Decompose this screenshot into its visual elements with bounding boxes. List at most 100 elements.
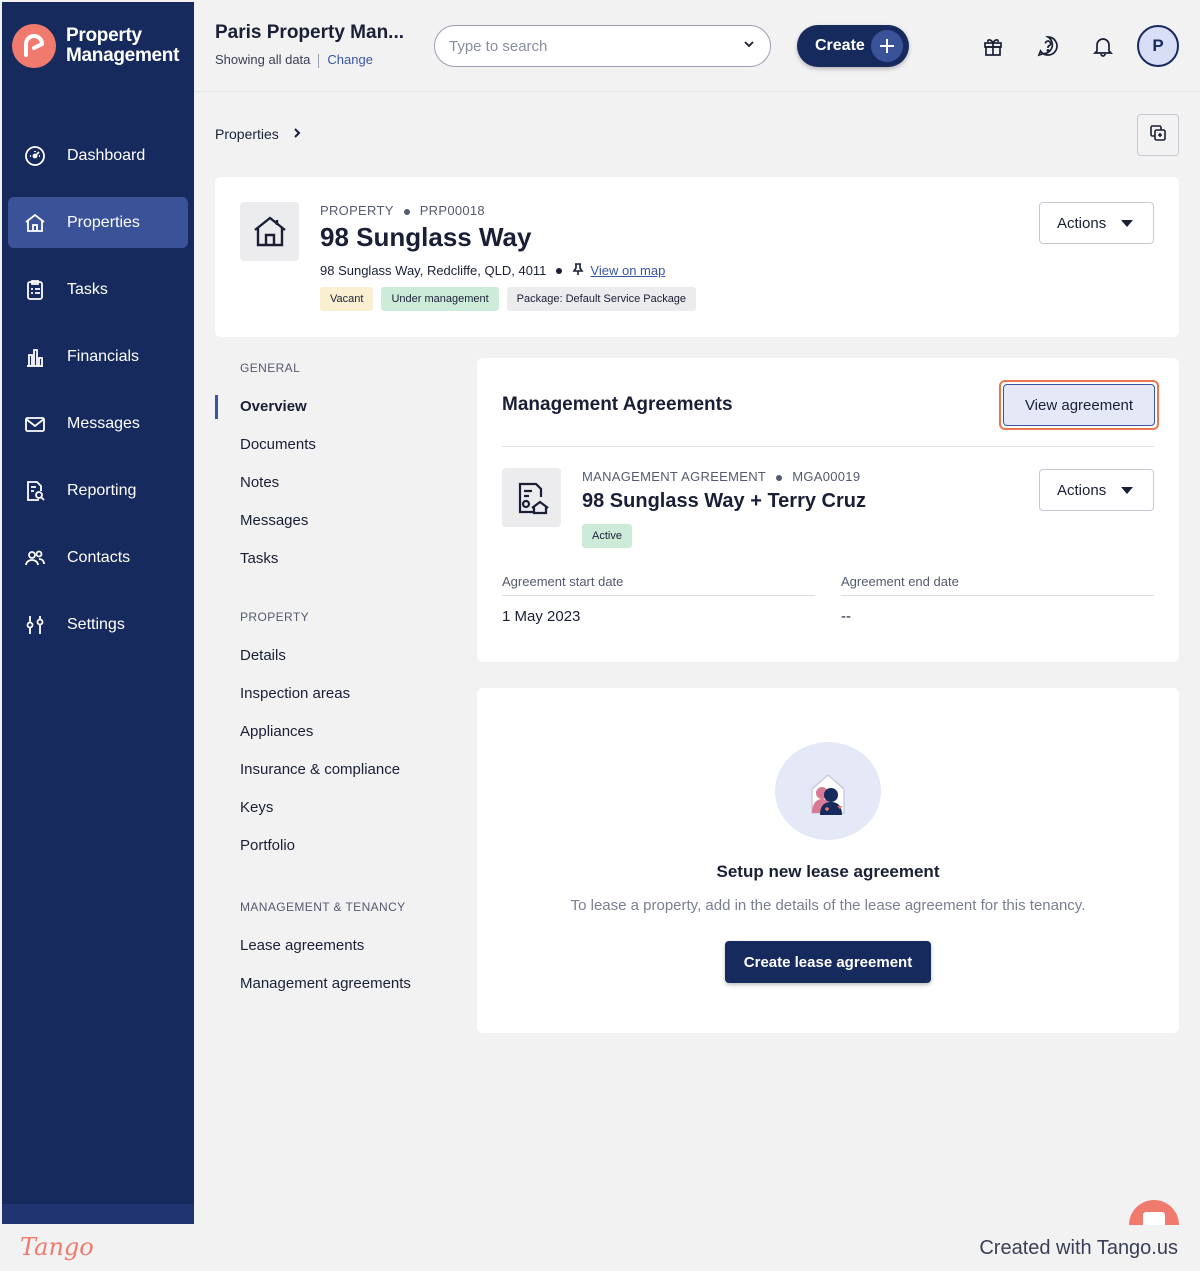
chevron-down-icon[interactable] [742,37,756,56]
section-title: Management Agreements [502,394,733,415]
settings-icon [22,612,48,638]
search-box[interactable] [434,25,771,67]
tenants-illustration [775,742,881,840]
sidebar-item-financials[interactable]: Financials [8,331,188,382]
subnav-item-details[interactable]: Details [215,637,455,675]
property-address-row: 98 Sunglass Way, Redcliffe, QLD, 4011 Vi… [320,262,665,279]
map-pin-icon [572,262,584,279]
tango-logo: Tango [20,1233,94,1261]
brand-logo-icon [12,24,56,68]
property-address: 98 Sunglass Way, Redcliffe, QLD, 4011 [320,263,547,278]
end-date-value: -- [841,608,851,625]
bell-icon[interactable] [1091,34,1115,58]
contacts-icon [22,545,48,571]
subnav-item-lease-agreements[interactable]: Lease agreements [215,927,455,965]
agreement-document-icon [502,468,561,527]
management-agreements-card: Management Agreements View agreement MAN… [477,358,1179,662]
help-icon[interactable] [1036,34,1060,58]
property-type-label: PROPERTY [320,203,394,218]
user-avatar[interactable]: P [1137,25,1179,67]
status-badge-under-management: Under management [381,287,499,311]
sidebar-nav: Dashboard Properties Tasks Financials Me… [8,130,188,666]
search-input[interactable] [449,37,742,55]
subnav-item-documents[interactable]: Documents [215,426,455,464]
sidebar: Property Management Dashboard Properties… [2,2,194,1224]
change-link[interactable]: Change [327,52,373,67]
divider [841,595,1154,596]
view-agreement-button[interactable]: View agreement [999,380,1159,430]
subnav-item-overview[interactable]: Overview [215,388,455,426]
agreement-actions-button[interactable]: Actions [1039,469,1154,511]
subnav-item-keys[interactable]: Keys [215,789,455,827]
property-house-icon [240,202,299,261]
subnav-heading-property: PROPERTY [240,610,309,624]
package-badge: Package: Default Service Package [506,287,697,311]
dashboard-icon [22,143,48,169]
agreement-type-label: MANAGEMENT AGREEMENT [582,469,767,484]
actions-label: Actions [1057,481,1107,499]
end-date-label: Agreement end date [841,574,959,589]
start-date-label: Agreement start date [502,574,624,589]
org-name[interactable]: Paris Property Man... [215,22,404,44]
plus-icon [871,30,903,62]
subnav-item-appliances[interactable]: Appliances [215,713,455,751]
agreement-meta: MANAGEMENT AGREEMENT MGA00019 [582,469,860,484]
sidebar-item-tasks[interactable]: Tasks [8,264,188,315]
subnav-heading-management: MANAGEMENT & TENANCY [240,900,406,914]
property-header-card: PROPERTY PRP00018 98 Sunglass Way 98 Sung… [215,177,1179,337]
property-badges: Vacant Under management Package: Default… [320,287,704,311]
home-icon [22,210,48,236]
subnav-heading-general: GENERAL [240,361,301,375]
copy-button[interactable] [1137,114,1179,156]
subnav-item-portfolio[interactable]: Portfolio [215,827,455,865]
sidebar-item-label: Settings [67,615,125,633]
sidebar-item-contacts[interactable]: Contacts [8,532,188,583]
lease-description: To lease a property, add in the details … [570,897,1086,914]
property-subnav: GENERAL Overview Documents Notes Message… [215,355,455,1003]
top-bar: Paris Property Man... Showing all data Ch… [194,2,1200,92]
property-title: 98 Sunglass Way [320,222,532,252]
property-id: PRP00018 [419,203,485,218]
lease-setup-card: Setup new lease agreement To lease a pro… [477,688,1179,1033]
start-date-value: 1 May 2023 [502,608,581,625]
sidebar-item-label: Financials [67,347,140,365]
sidebar-item-label: Messages [67,414,140,432]
sidebar-item-messages[interactable]: Messages [8,398,188,449]
financials-icon [22,344,48,370]
tasks-icon [22,277,48,303]
reporting-icon [22,478,48,504]
brand-logo[interactable]: Property Management [12,24,179,68]
sidebar-item-reporting[interactable]: Reporting [8,465,188,516]
subnav-item-notes[interactable]: Notes [215,464,455,502]
create-button[interactable]: Create [797,25,909,67]
subnav-item-inspection-areas[interactable]: Inspection areas [215,675,455,713]
tango-footer: Tango Created with Tango.us [0,1225,1200,1271]
data-scope-text: Showing all data [215,52,311,67]
gift-icon[interactable] [981,34,1005,58]
subnav-item-messages[interactable]: Messages [215,502,455,540]
mail-icon [22,411,48,437]
sidebar-item-label: Dashboard [67,146,146,164]
create-lease-agreement-button[interactable]: Create lease agreement [725,941,931,983]
agreement-name: 98 Sunglass Way + Terry Cruz [582,490,866,512]
caret-down-icon [1121,487,1133,494]
status-badge-active: Active [582,524,632,548]
sidebar-item-label: Contacts [67,548,131,566]
status-badge-vacant: Vacant [320,287,374,311]
subnav-item-tasks[interactable]: Tasks [215,540,455,578]
view-on-map-link[interactable]: View on map [590,263,665,278]
org-subtitle: Showing all data Change [215,52,373,68]
breadcrumb-properties[interactable]: Properties [215,126,279,142]
sidebar-item-settings[interactable]: Settings [8,599,188,650]
sidebar-item-label: Properties [67,213,140,231]
property-actions-button[interactable]: Actions [1039,202,1154,244]
sidebar-item-properties[interactable]: Properties [8,197,188,248]
chevron-right-icon [291,126,303,142]
caret-down-icon [1121,220,1133,227]
agreement-id: MGA00019 [792,469,861,484]
subnav-item-insurance-compliance[interactable]: Insurance & compliance [215,751,455,789]
sidebar-item-label: Tasks [67,280,108,298]
copy-icon [1149,124,1167,147]
subnav-item-management-agreements[interactable]: Management agreements [215,965,455,1003]
sidebar-item-dashboard[interactable]: Dashboard [8,130,188,181]
